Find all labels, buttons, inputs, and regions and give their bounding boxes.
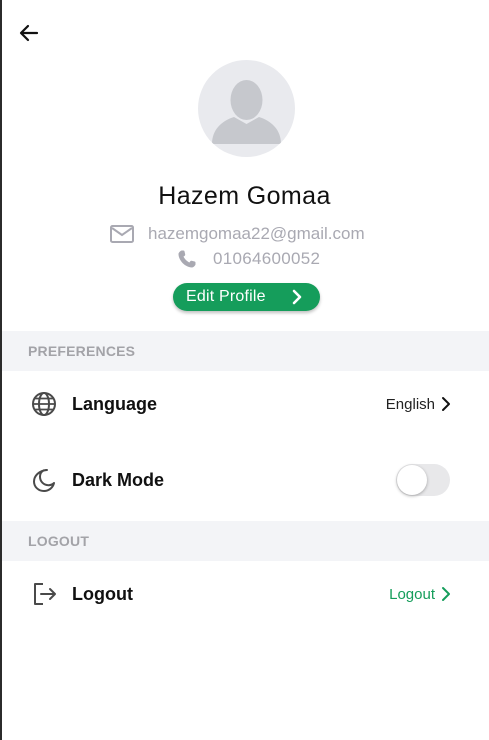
- edit-profile-button[interactable]: Edit Profile: [173, 283, 320, 311]
- dark-mode-row: Dark Mode: [2, 450, 489, 510]
- logout-icon: [34, 583, 56, 605]
- back-button[interactable]: [16, 20, 42, 46]
- profile-name: Hazem Gomaa: [158, 182, 331, 210]
- avatar[interactable]: [198, 60, 295, 157]
- user-placeholder-icon: [212, 80, 281, 144]
- language-label: Language: [72, 393, 158, 414]
- section-header-preferences: PREFERENCES: [2, 331, 489, 371]
- globe-icon: [32, 392, 56, 416]
- language-row[interactable]: Language English: [2, 374, 489, 434]
- logout-row[interactable]: Logout Logout: [2, 564, 489, 624]
- toggle-knob: [397, 465, 427, 495]
- arrow-left-icon: [19, 24, 39, 42]
- profile-email: hazemgomaa22@gmail.com: [148, 224, 365, 243]
- edit-profile-label: Edit Profile: [186, 288, 266, 305]
- dark-mode-label: Dark Mode: [72, 469, 165, 490]
- chevron-right-icon: [292, 289, 302, 305]
- logout-action[interactable]: Logout: [389, 586, 451, 603]
- section-header-logout: LOGOUT: [2, 521, 489, 561]
- phone-icon: [178, 250, 196, 268]
- language-value-text: English: [385, 395, 435, 413]
- phone-row: 01064600052: [175, 247, 320, 271]
- profile-phone: 01064600052: [213, 249, 321, 268]
- logout-label: Logout: [72, 583, 133, 604]
- mail-icon: [110, 225, 134, 243]
- chevron-right-icon: [442, 397, 450, 411]
- dark-mode-toggle[interactable]: [396, 464, 450, 496]
- email-row: hazemgomaa22@gmail.com: [109, 222, 365, 246]
- language-value[interactable]: English: [386, 396, 451, 413]
- logout-action-text: Logout: [389, 585, 435, 603]
- chevron-right-icon: [442, 587, 450, 601]
- moon-icon: [33, 469, 55, 492]
